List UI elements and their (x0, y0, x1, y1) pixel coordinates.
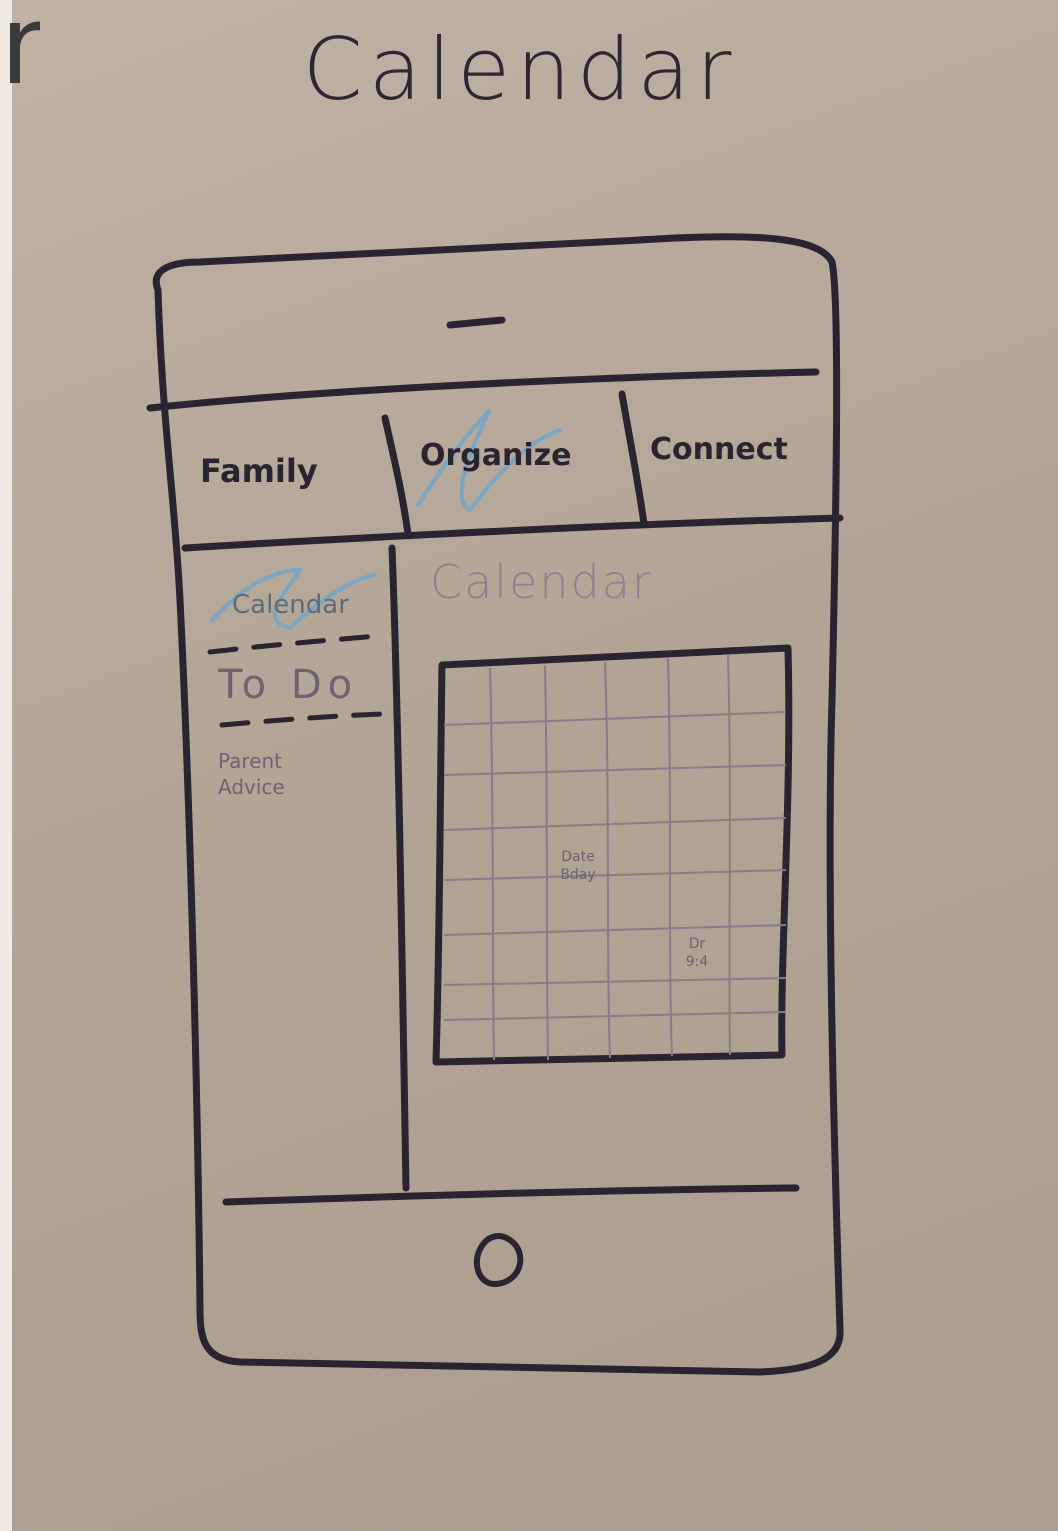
bottom-divider (222, 1184, 800, 1206)
calendar-event[interactable]: Date Bday (548, 848, 608, 884)
sidebar-item-parent-advice[interactable]: Parent Advice (218, 748, 338, 800)
content-title: Calendar (430, 555, 653, 609)
tab-connect[interactable]: Connect (650, 432, 788, 467)
tab-organize[interactable]: Organize (420, 438, 571, 473)
tabbar-divider (181, 514, 844, 552)
sidebar-item-to-do[interactable]: To Do (218, 662, 358, 708)
tab-family[interactable]: Family (200, 452, 318, 490)
speaker-slot-icon (446, 316, 506, 329)
event-line: Dr (688, 936, 706, 952)
home-button-icon (473, 1233, 524, 1287)
sidebar-divider (388, 544, 410, 1192)
sidebar-separator-2 (219, 711, 385, 728)
tab-separator-1 (381, 414, 412, 538)
event-line: Date (561, 849, 595, 865)
phone-sketch (146, 233, 844, 1376)
calendar-event[interactable]: Dr 9:4 (672, 935, 722, 971)
sidebar-separator-1 (207, 633, 381, 655)
tab-separator-2 (618, 390, 648, 528)
event-line: 9:4 (685, 954, 709, 970)
header-divider (146, 368, 820, 412)
event-line: Bday (560, 867, 596, 883)
calendar-frame (432, 644, 793, 1066)
sidebar-item-calendar[interactable]: Calendar (232, 590, 349, 620)
